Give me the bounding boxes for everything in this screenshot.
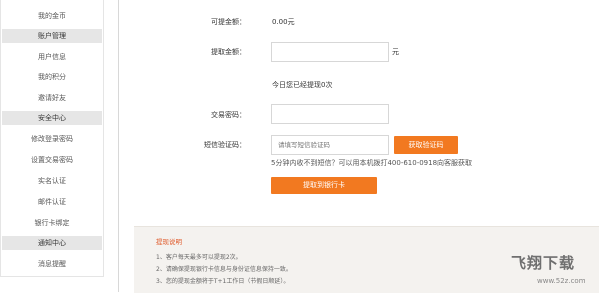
notice-line: 3、您的提现金额将于T+1工作日（节假日顺延）。 <box>156 278 290 285</box>
content-divider <box>118 0 119 292</box>
sidebar: 我的金币 账户管理 用户信息 我的积分 邀请好友 安全中心 修改登录密码 设置交… <box>0 0 104 277</box>
amount-hint: 今日您已经提现0次 <box>272 81 333 89</box>
watermark-logo: 飞翔下载 <box>511 254 576 272</box>
get-sms-code-button[interactable]: 获取验证码 <box>394 136 458 154</box>
notice-title: 提现说明 <box>156 238 182 246</box>
available-label: 可提金额： <box>211 18 246 26</box>
sidebar-item-messages[interactable]: 消息提醒 <box>2 257 102 271</box>
sms-label: 短信验证码： <box>204 141 246 149</box>
trade-password-input[interactable] <box>271 104 389 124</box>
watermark-url: www.52z.com <box>537 277 586 285</box>
password-label: 交易密码： <box>211 111 246 119</box>
sms-help-text: 5分钟内收不到短信？可以用本机拨打400-610-0918向客服获取 <box>271 159 473 167</box>
sidebar-item-real-name[interactable]: 实名认证 <box>2 174 102 188</box>
amount-input[interactable] <box>271 42 389 62</box>
sidebar-section-account: 账户管理 <box>2 29 102 43</box>
sidebar-item-change-login-password[interactable]: 修改登录密码 <box>2 132 102 146</box>
withdraw-to-bank-button[interactable]: 提取到银行卡 <box>271 177 377 194</box>
amount-unit: 元 <box>392 48 399 56</box>
sidebar-item-email[interactable]: 邮件认证 <box>2 195 102 209</box>
sidebar-item-bank-card[interactable]: 银行卡绑定 <box>2 216 102 230</box>
sidebar-section-notification: 通知中心 <box>2 236 102 250</box>
notice-line: 1、客户每天最多可以提现2次。 <box>156 254 242 261</box>
sidebar-item-user-info[interactable]: 用户信息 <box>2 50 102 64</box>
sidebar-section-security: 安全中心 <box>2 111 102 125</box>
sidebar-item-my-coins[interactable]: 我的金币 <box>2 9 102 23</box>
sidebar-item-my-points[interactable]: 我的积分 <box>2 70 102 84</box>
amount-label: 提取金额： <box>211 48 246 56</box>
sidebar-item-invite-friends[interactable]: 邀请好友 <box>2 91 102 105</box>
sidebar-item-set-trade-password[interactable]: 设置交易密码 <box>2 153 102 167</box>
notice-line: 2、请确保提现银行卡信息与身份证信息保持一致。 <box>156 266 292 273</box>
sms-code-input[interactable] <box>271 135 389 155</box>
available-value: 0.00元 <box>272 18 295 26</box>
